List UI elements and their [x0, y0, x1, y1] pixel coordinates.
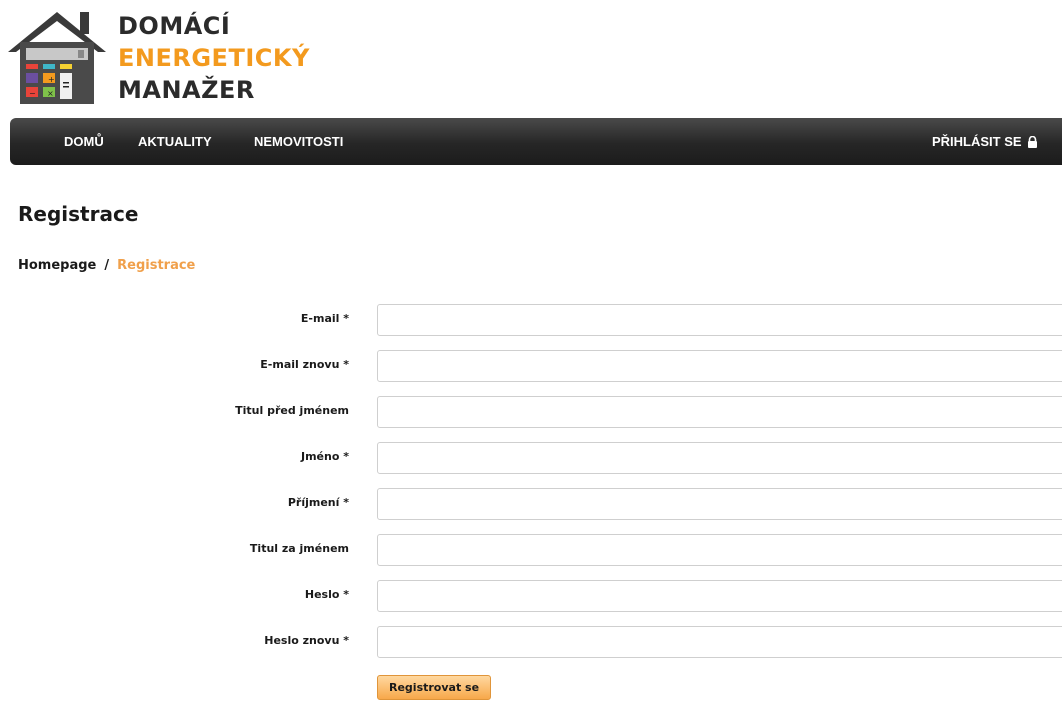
- last-name-field[interactable]: [377, 488, 1062, 520]
- password-label: Heslo *: [304, 588, 349, 601]
- nav-item-home[interactable]: DOMŮ: [64, 118, 104, 165]
- svg-text:+: +: [48, 75, 55, 84]
- main-navbar: DOMŮ AKTUALITY NEMOVITOSTI PŘIHLÁSIT SE: [10, 118, 1062, 165]
- login-label: PŘIHLÁSIT SE: [932, 134, 1022, 149]
- email-label: E-mail *: [300, 312, 349, 325]
- password-repeat-field[interactable]: [377, 626, 1062, 658]
- svg-text:−: −: [29, 89, 36, 98]
- svg-text:×: ×: [47, 89, 54, 98]
- email-repeat-label: E-mail znovu *: [260, 358, 349, 371]
- house-calculator-logo-icon: + × −: [8, 12, 106, 104]
- first-name-field[interactable]: [377, 442, 1062, 474]
- first-name-label: Jméno *: [301, 450, 349, 463]
- register-button[interactable]: Registrovat se: [377, 675, 492, 700]
- logo-line-1: DOMÁCÍ: [118, 12, 231, 40]
- lock-icon: [1027, 135, 1037, 148]
- nav-item-news[interactable]: AKTUALITY: [138, 118, 212, 165]
- password-repeat-label: Heslo znovu *: [264, 634, 349, 647]
- site-logo[interactable]: + × − DOMÁCÍ ENERGETICKÝ MANAŽER: [8, 6, 328, 110]
- login-link[interactable]: PŘIHLÁSIT SE: [932, 118, 1038, 165]
- page-title: Registrace: [18, 202, 139, 226]
- logo-line-3: MANAŽER: [118, 76, 255, 104]
- logo-line-2: ENERGETICKÝ: [118, 44, 310, 72]
- last-name-label: Příjmení *: [287, 496, 349, 509]
- breadcrumb: Homepage / Registrace: [18, 258, 195, 273]
- password-field[interactable]: [377, 580, 1062, 612]
- title-before-field[interactable]: [377, 396, 1062, 428]
- breadcrumb-current: Registrace: [117, 258, 196, 273]
- title-before-label: Titul před jménem: [235, 404, 349, 417]
- nav-item-properties[interactable]: NEMOVITOSTI: [254, 118, 343, 165]
- email-repeat-field[interactable]: [377, 350, 1062, 382]
- title-after-label: Titul za jménem: [249, 542, 349, 555]
- email-field[interactable]: [377, 304, 1062, 336]
- title-after-field[interactable]: [377, 534, 1062, 566]
- logo-text: DOMÁCÍ ENERGETICKÝ MANAŽER: [118, 10, 310, 106]
- breadcrumb-separator: /: [104, 258, 110, 273]
- breadcrumb-home-link[interactable]: Homepage: [18, 258, 96, 273]
